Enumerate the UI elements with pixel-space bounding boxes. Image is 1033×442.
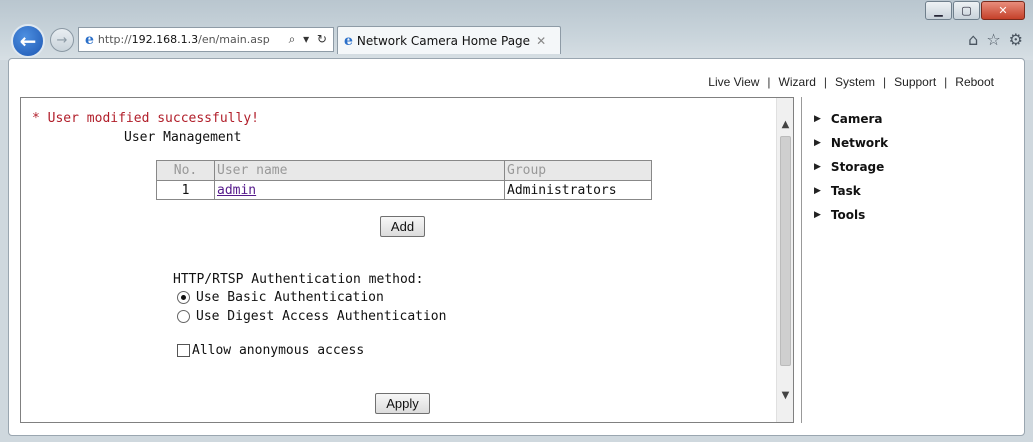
nav-reboot[interactable]: Reboot	[955, 75, 994, 89]
tab-title: Network Camera Home Page	[356, 33, 531, 48]
forward-arrow-icon: →	[56, 32, 68, 48]
vertical-scrollbar[interactable]: ▲ ▼	[776, 98, 793, 422]
cell-group: Administrators	[504, 180, 652, 200]
address-bar[interactable]: e http://192.168.1.3/en/main.asp ⌕ ▾ ↻	[78, 27, 334, 52]
anonymous-access-row[interactable]: Allow anonymous access	[177, 343, 364, 358]
nav-separator: |	[944, 75, 948, 89]
triangle-right-icon: ▶	[814, 114, 821, 124]
anonymous-checkbox[interactable]	[177, 344, 190, 357]
side-item-camera[interactable]: ▶ Camera	[814, 107, 888, 131]
side-item-storage[interactable]: ▶ Storage	[814, 155, 888, 179]
side-item-label: Camera	[830, 112, 883, 126]
success-message: * User modified successfully!	[32, 111, 259, 126]
triangle-right-icon: ▶	[814, 210, 821, 220]
forward-button[interactable]: →	[50, 28, 74, 52]
side-item-label: Tools	[830, 208, 866, 222]
gear-icon[interactable]: ⚙	[1009, 30, 1023, 49]
scroll-down-icon[interactable]: ▼	[777, 387, 793, 404]
radio-basic-auth[interactable]: Use Basic Authentication	[177, 290, 384, 305]
address-path: /en/main.asp	[198, 33, 270, 46]
minimize-button[interactable]: ▁	[925, 1, 952, 20]
triangle-right-icon: ▶	[814, 138, 821, 148]
maximize-button[interactable]: ▢	[953, 1, 980, 20]
side-item-label: Task	[830, 184, 861, 198]
header-no: No.	[156, 160, 215, 181]
radio-button[interactable]	[177, 310, 190, 323]
address-prefix: http://	[97, 33, 132, 46]
triangle-right-icon: ▶	[814, 186, 821, 196]
add-button[interactable]: Add	[380, 216, 425, 237]
table-header-row: No. User name Group	[156, 160, 652, 181]
tab-close-icon[interactable]: ✕	[536, 34, 546, 48]
content-frame: * User modified successfully! User Manag…	[20, 97, 794, 423]
header-user-name: User name	[214, 160, 505, 181]
star-icon[interactable]: ☆	[986, 30, 1000, 49]
web-page: Live View | Wizard | System | Support | Reboot *…	[8, 58, 1025, 436]
table-row: 1 admin Administrators	[156, 180, 652, 200]
apply-button[interactable]: Apply	[375, 393, 430, 414]
triangle-right-icon: ▶	[814, 162, 821, 172]
address-host: 192.168.1.3	[131, 33, 199, 46]
side-item-label: Storage	[830, 160, 885, 174]
back-arrow-icon: ←	[19, 29, 37, 53]
nav-live-view[interactable]: Live View	[708, 75, 759, 89]
nav-separator: |	[823, 75, 827, 89]
nav-separator: |	[883, 75, 887, 89]
browser-chrome: ▁ ▢ ✕ ← → e http://192.168.1.3/en/main.a…	[0, 0, 1033, 60]
ie-tab-icon: e	[344, 32, 353, 49]
home-icon[interactable]: ⌂	[968, 30, 978, 49]
radio-label: Use Basic Authentication	[196, 290, 384, 305]
cell-user: admin	[214, 180, 505, 200]
window-controls: ▁ ▢ ✕	[925, 1, 1025, 20]
nav-system[interactable]: System	[835, 75, 875, 89]
scroll-thumb[interactable]	[780, 136, 791, 366]
header-group: Group	[504, 160, 652, 181]
side-item-label: Network	[830, 136, 889, 150]
radio-label: Use Digest Access Authentication	[196, 309, 447, 324]
section-title: User Management	[124, 130, 242, 145]
back-button[interactable]: ←	[11, 24, 45, 58]
side-item-tools[interactable]: ▶ Tools	[814, 203, 888, 227]
top-navigation: Live View | Wizard | System | Support | Reboot	[708, 75, 994, 89]
tab-network-camera[interactable]: e Network Camera Home Page ✕	[337, 26, 561, 54]
nav-separator: |	[767, 75, 771, 89]
browser-toolbar-icons: ⌂ ☆ ⚙	[968, 30, 1023, 49]
cell-no: 1	[156, 180, 215, 200]
radio-button-checked[interactable]	[177, 291, 190, 304]
auth-method-label: HTTP/RTSP Authentication method:	[173, 272, 424, 287]
ie-logo-icon: e	[85, 31, 94, 48]
address-tools-icons[interactable]: ⌕ ▾ ↻	[289, 32, 329, 47]
radio-digest-auth[interactable]: Use Digest Access Authentication	[177, 309, 446, 324]
side-menu: ▶ Camera ▶ Network ▶ Storage ▶ Task ▶ Tools	[814, 107, 888, 227]
checkbox-label: Allow anonymous access	[192, 343, 365, 358]
users-table: No. User name Group 1 admin Administrato…	[156, 160, 652, 200]
side-divider	[801, 97, 802, 423]
side-item-network[interactable]: ▶ Network	[814, 131, 888, 155]
scroll-up-icon[interactable]: ▲	[777, 116, 793, 133]
nav-support[interactable]: Support	[894, 75, 936, 89]
close-button[interactable]: ✕	[981, 1, 1025, 20]
side-item-task[interactable]: ▶ Task	[814, 179, 888, 203]
nav-wizard[interactable]: Wizard	[779, 75, 816, 89]
user-link-admin[interactable]: admin	[217, 183, 256, 198]
